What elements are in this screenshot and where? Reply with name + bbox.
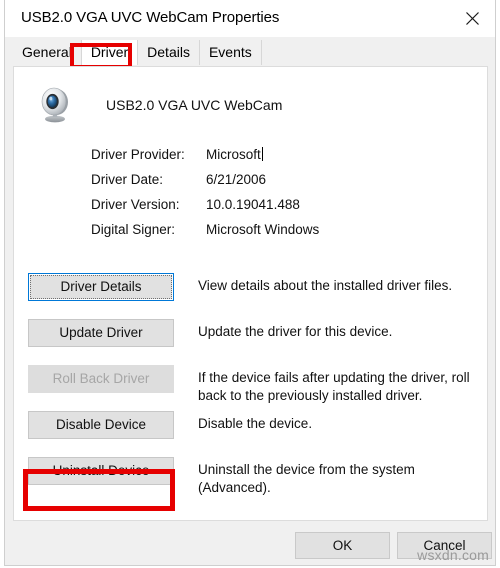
property-value: Microsoft bbox=[206, 147, 263, 162]
property-value: Microsoft Windows bbox=[206, 222, 320, 237]
action-description: Update the driver for this device. bbox=[198, 324, 393, 339]
tab-general[interactable]: General bbox=[13, 40, 82, 65]
action-row-uninstall-device: Uninstall Device Uninstall the device fr… bbox=[28, 457, 478, 503]
action-description: If the device fails after updating the d… bbox=[198, 370, 470, 403]
tab-strip: General Driver Details Events bbox=[5, 37, 495, 65]
dialog-footer: OK Cancel wsxdn.com bbox=[5, 520, 495, 565]
uninstall-device-button[interactable]: Uninstall Device bbox=[28, 457, 174, 485]
device-header: USB2.0 VGA UVC WebCam bbox=[36, 85, 282, 125]
properties-dialog: USB2.0 VGA UVC WebCam Properties General… bbox=[4, 0, 496, 566]
property-row-driver-date: Driver Date: 6/21/2006 bbox=[91, 172, 471, 197]
property-row-digital-signer: Digital Signer: Microsoft Windows bbox=[91, 222, 471, 247]
close-icon[interactable] bbox=[449, 0, 495, 37]
tab-events[interactable]: Events bbox=[199, 40, 262, 65]
driver-details-button[interactable]: Driver Details bbox=[28, 273, 174, 301]
action-row-driver-details: Driver Details View details about the in… bbox=[28, 273, 478, 319]
webcam-icon bbox=[36, 85, 74, 125]
action-description: Disable the device. bbox=[198, 416, 313, 431]
property-label: Driver Version: bbox=[91, 197, 180, 212]
text-caret bbox=[261, 147, 263, 161]
driver-properties-list: Driver Provider: Microsoft Driver Date: … bbox=[91, 147, 471, 247]
title-bar: USB2.0 VGA UVC WebCam Properties bbox=[5, 0, 495, 37]
ok-button[interactable]: OK bbox=[295, 532, 390, 559]
property-row-driver-version: Driver Version: 10.0.19041.488 bbox=[91, 197, 471, 222]
driver-tab-panel: USB2.0 VGA UVC WebCam Driver Provider: M… bbox=[13, 66, 488, 521]
driver-actions-list: Driver Details View details about the in… bbox=[28, 273, 478, 503]
property-label: Driver Date: bbox=[91, 172, 164, 187]
watermark: wsxdn.com bbox=[417, 547, 489, 563]
tab-details[interactable]: Details bbox=[138, 40, 200, 65]
device-name: USB2.0 VGA UVC WebCam bbox=[106, 97, 283, 113]
action-description: Uninstall the device from the system (Ad… bbox=[198, 462, 415, 495]
disable-device-button[interactable]: Disable Device bbox=[28, 411, 174, 439]
tab-driver[interactable]: Driver bbox=[81, 40, 139, 65]
action-row-disable-device: Disable Device Disable the device. bbox=[28, 411, 478, 457]
action-row-update-driver: Update Driver Update the driver for this… bbox=[28, 319, 478, 365]
property-value: 6/21/2006 bbox=[206, 172, 267, 187]
property-label: Driver Provider: bbox=[91, 147, 185, 162]
property-label: Digital Signer: bbox=[91, 222, 176, 237]
update-driver-button[interactable]: Update Driver bbox=[28, 319, 174, 347]
property-row-driver-provider: Driver Provider: Microsoft bbox=[91, 147, 471, 172]
action-description: View details about the installed driver … bbox=[198, 278, 453, 293]
roll-back-driver-button: Roll Back Driver bbox=[28, 365, 174, 393]
window-title: USB2.0 VGA UVC WebCam Properties bbox=[21, 9, 280, 26]
property-value: 10.0.19041.488 bbox=[206, 197, 300, 212]
action-row-roll-back-driver: Roll Back Driver If the device fails aft… bbox=[28, 365, 478, 411]
